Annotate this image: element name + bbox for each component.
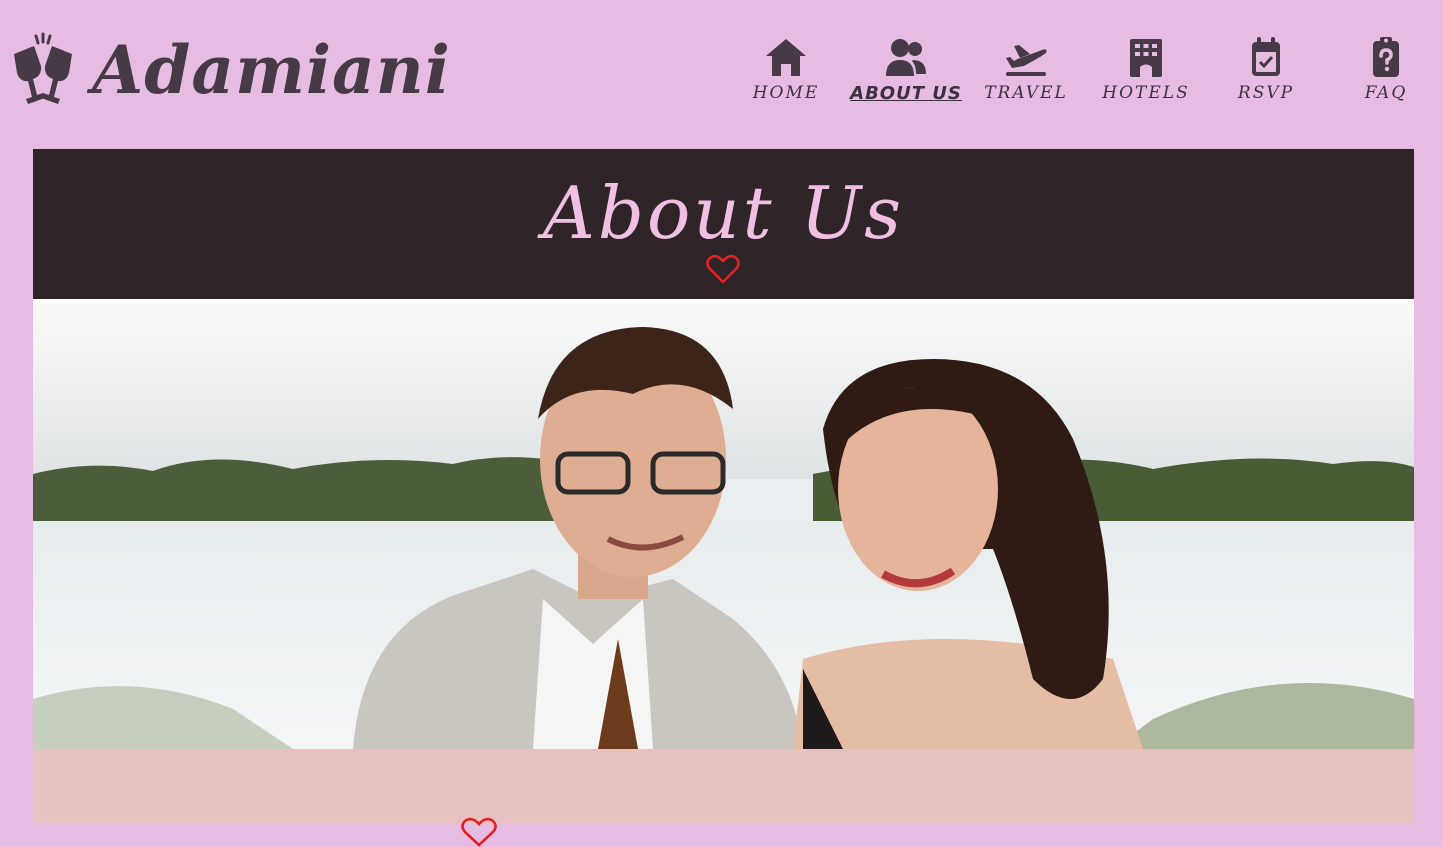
nav-item-travel[interactable]: TRAVEL — [966, 36, 1086, 104]
site-header: Adamiani HOME ABOUT US TRAVEL HOTELS RSV… — [0, 0, 1443, 148]
heart-outline-icon — [461, 817, 497, 847]
nav-item-faq[interactable]: FAQ — [1326, 36, 1443, 104]
users-icon — [886, 39, 926, 76]
nav-label-hotels: HOTELS — [1102, 83, 1190, 103]
nav-item-home[interactable]: HOME — [726, 36, 846, 104]
story-section — [33, 749, 1414, 847]
nav-item-rsvp[interactable]: RSVP — [1206, 36, 1326, 104]
clipboard-question-icon — [1373, 37, 1399, 77]
nav-label-travel: TRAVEL — [984, 83, 1068, 103]
calendar-check-icon — [1252, 37, 1280, 76]
champagne-glasses-icon — [14, 32, 72, 104]
hotel-icon — [1130, 39, 1162, 77]
brand-name: Adamiani — [92, 31, 451, 109]
nav-item-hotels[interactable]: HOTELS — [1086, 36, 1206, 104]
nav-label-faq: FAQ — [1364, 83, 1408, 103]
couple-photo-illustration — [33, 299, 1414, 749]
nav-label-rsvp: RSVP — [1237, 83, 1295, 103]
main-nav: HOME ABOUT US TRAVEL HOTELS RSVP FAQ — [726, 36, 1443, 104]
plane-departure-icon — [1006, 45, 1047, 76]
home-icon — [766, 39, 806, 76]
heart-outline-icon — [706, 254, 740, 284]
nav-label-about-us: ABOUT US — [850, 83, 962, 104]
about-header-band: About Us — [33, 149, 1414, 299]
nav-label-home: HOME — [752, 83, 820, 103]
site-logo[interactable]: Adamiani — [8, 30, 451, 110]
nav-item-about-us[interactable]: ABOUT US — [846, 36, 966, 104]
page-title: About Us — [542, 171, 905, 255]
couple-photo — [33, 299, 1414, 749]
